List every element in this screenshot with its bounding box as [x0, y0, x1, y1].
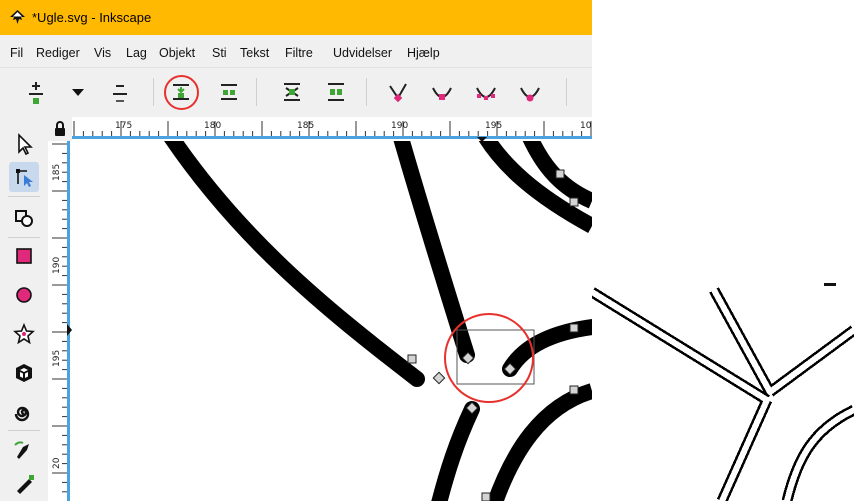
menu-fil[interactable]: Fil: [10, 46, 23, 60]
join-segment-icon: [284, 83, 300, 101]
node-smooth-icon: [432, 87, 452, 100]
menu-hjaelp[interactable]: Hjælp: [407, 46, 440, 60]
delete-node-button[interactable]: [104, 76, 136, 108]
title-bar: *Ugle.svg - Inkscape: [0, 0, 592, 35]
node-handle[interactable]: [407, 354, 417, 364]
star-tool-button[interactable]: [9, 319, 39, 349]
join-nodes-highlight-ring: [164, 75, 199, 110]
selector-tool-icon: [18, 133, 33, 156]
path-stroke[interactable]: [502, 319, 592, 377]
node-tool-controls-bar: [0, 68, 592, 116]
ruler-corner: [48, 117, 72, 141]
zoomed-result-view: [592, 0, 854, 501]
ruler-label: 20: [52, 457, 62, 469]
menu-tekst[interactable]: Tekst: [240, 46, 269, 60]
node-handle[interactable]: [569, 385, 579, 395]
menu-bar: Fil Rediger Vis Lag Objekt Sti Tekst Fil…: [0, 35, 592, 68]
node-cusp-icon: [389, 83, 407, 103]
toolbox-separator: [8, 196, 40, 197]
ruler-label: 195: [485, 121, 502, 131]
join-segment-button[interactable]: [276, 76, 308, 108]
menu-sti[interactable]: Sti: [212, 46, 227, 60]
ruler-label: 195: [52, 350, 62, 367]
inkscape-window: *Ugle.svg - Inkscape Fil Rediger Vis Lag…: [0, 0, 592, 501]
toolbar-separator: [153, 78, 154, 106]
ruler-label: 175: [115, 121, 132, 131]
path-stroke[interactable]: [487, 383, 592, 501]
toolbox: [0, 117, 49, 501]
path-stroke[interactable]: [431, 401, 480, 501]
node-symmetric-icon: [476, 87, 496, 100]
pen-tool-icon: [14, 441, 29, 459]
delete-segment-icon: [328, 83, 344, 101]
toolbar-separator: [566, 78, 567, 106]
path-stroke[interactable]: [164, 141, 425, 387]
node-auto-smooth-button[interactable]: [514, 76, 546, 108]
menu-rediger[interactable]: Rediger: [36, 46, 80, 60]
node-auto-smooth-icon: [520, 87, 540, 102]
ruler-label: 180: [204, 121, 221, 131]
toolbar-separator: [366, 78, 367, 106]
insert-node-button[interactable]: [20, 76, 52, 108]
rectangle-tool-icon: [16, 248, 32, 264]
menu-udvidelser[interactable]: Udvidelser: [333, 46, 392, 60]
toolbox-separator: [8, 430, 40, 431]
drawing-canvas[interactable]: [72, 141, 592, 501]
ruler-label: 190: [52, 257, 62, 274]
calligraphy-tool-button[interactable]: [9, 469, 39, 499]
pen-tool-button[interactable]: [9, 435, 39, 465]
break-path-icon: [221, 84, 237, 100]
ruler-label: 10: [580, 121, 592, 131]
node-handle[interactable]: [569, 197, 579, 207]
node-handle[interactable]: [555, 169, 565, 179]
ruler-label: 185: [297, 121, 314, 131]
vertical-ruler[interactable]: 185 190 195 20: [48, 141, 72, 501]
spiral-tool-button[interactable]: [9, 397, 39, 427]
menu-objekt[interactable]: Objekt: [159, 46, 195, 60]
toolbox-separator: [8, 237, 40, 238]
ruler-label: 190: [391, 121, 408, 131]
menu-lag[interactable]: Lag: [126, 46, 147, 60]
tweak-tool-button[interactable]: [9, 203, 39, 233]
lock-icon[interactable]: [48, 117, 72, 141]
delete-node-icon: [113, 85, 127, 102]
tweak-tool-icon: [15, 210, 33, 227]
selector-tool-button[interactable]: [9, 129, 39, 159]
path-stroke[interactable]: [393, 141, 475, 363]
insert-options-dropdown[interactable]: [62, 76, 94, 108]
node-handle[interactable]: [432, 371, 446, 385]
spiral-tool-icon: [14, 406, 30, 422]
insert-node-icon: [29, 82, 43, 104]
star-tool-icon: [13, 322, 35, 345]
toolbar-separator: [256, 78, 257, 106]
node-symmetric-button[interactable]: [470, 76, 502, 108]
ruler-label: 185: [52, 164, 62, 181]
canvas-area: 175 180 185 190 195 10 185 190 195 20: [48, 117, 592, 501]
node-handle[interactable]: [569, 323, 579, 333]
horizontal-ruler[interactable]: 175 180 185 190 195 10: [72, 117, 592, 142]
rectangle-tool-button[interactable]: [9, 241, 39, 271]
ellipse-tool-button[interactable]: [9, 280, 39, 310]
node-cusp-button[interactable]: [382, 76, 414, 108]
node-tool-icon: [16, 169, 33, 187]
3d-box-tool-icon: [16, 364, 32, 382]
window-title: *Ugle.svg - Inkscape: [32, 10, 152, 25]
break-path-button[interactable]: [213, 76, 245, 108]
3d-box-tool-button[interactable]: [9, 358, 39, 388]
inkscape-logo-icon: [10, 10, 25, 24]
node-tool-button[interactable]: [9, 162, 39, 192]
ellipse-tool-icon: [16, 287, 32, 303]
node-handle[interactable]: [481, 492, 491, 501]
chevron-down-icon: [72, 89, 84, 96]
node-smooth-button[interactable]: [426, 76, 458, 108]
menu-filtre[interactable]: Filtre: [285, 46, 313, 60]
calligraphy-tool-icon: [17, 475, 34, 494]
menu-vis[interactable]: Vis: [94, 46, 111, 60]
delete-segment-button[interactable]: [320, 76, 352, 108]
